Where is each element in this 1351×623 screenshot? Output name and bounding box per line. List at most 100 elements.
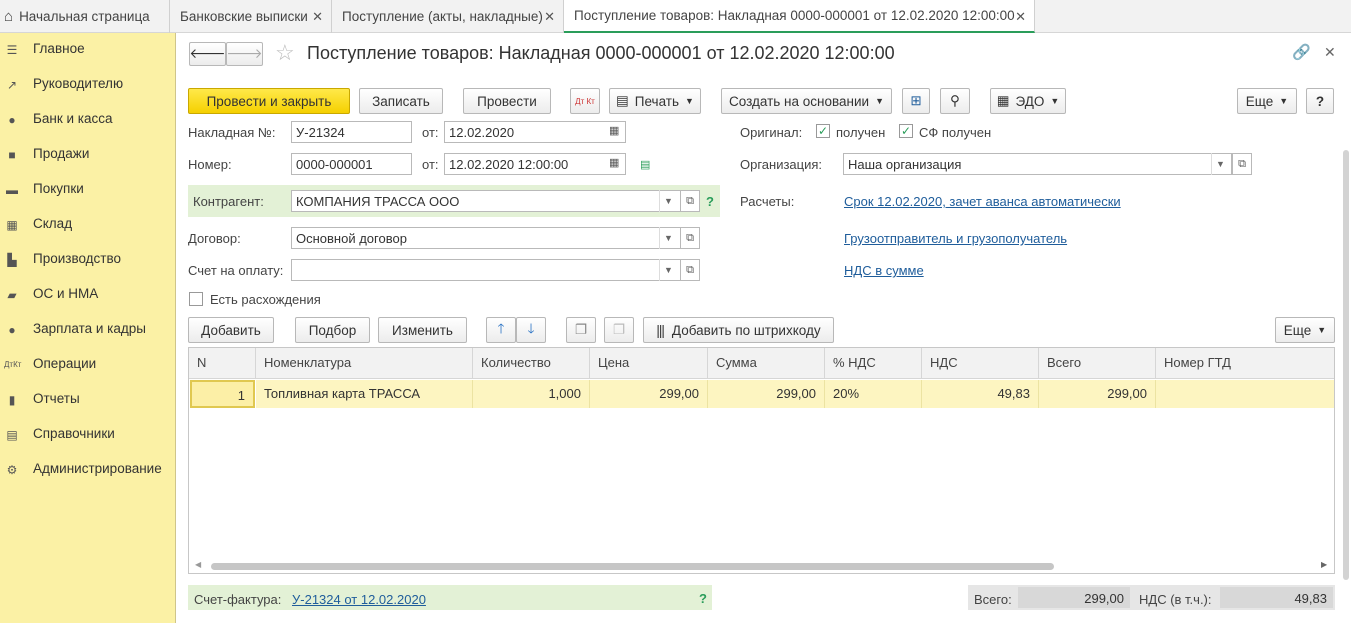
total-value-box: 299,00 [1018,587,1130,608]
coin-icon: ● [8,113,16,127]
sidebar-item-purchases[interactable]: ▬ Покупки [0,178,176,202]
sidebar-item-catalogs[interactable]: ▤ Справочники [0,423,176,447]
move-up-button[interactable]: 🡑 [486,317,516,343]
sidebar-item-production[interactable]: ▙ Производство [0,248,176,272]
truck-icon: ▰ [7,288,17,302]
table-cell[interactable]: 1 [190,380,255,408]
post-button[interactable]: Провести [463,88,551,114]
number-date-value: 12.02.2020 12:00:00 [449,156,569,172]
table-cell[interactable]: 299,00 [708,380,825,408]
column-header[interactable]: Цена [590,348,708,379]
more-button[interactable]: Еще ▼ [1237,88,1297,114]
help-icon[interactable]: ? [699,591,707,606]
open-icon[interactable]: ⧉ [680,190,700,212]
sidebar-item-bank[interactable]: ● Банк и касса [0,108,176,132]
open-icon[interactable]: ⧉ [680,227,700,249]
help-icon[interactable]: ? [706,194,714,209]
shipper-consignee-link[interactable]: Грузоотправитель и грузополучатель [844,231,1067,246]
column-header[interactable]: Сумма [708,348,825,379]
open-icon[interactable]: ⧉ [1232,153,1252,175]
print-button[interactable]: ▤ Печать ▼ [609,88,701,114]
back-button[interactable]: 🡐 [189,42,226,66]
column-header[interactable]: Номенклатура [256,348,473,379]
sidebar: ☰ Главное ↗ Руководителю ● Банк и касса ■ Пр… [0,33,176,623]
calendar-icon[interactable]: ▦ [609,156,619,169]
settlements-link[interactable]: Срок 12.02.2020, зачет аванса автоматиче… [844,194,1121,209]
sidebar-item-main[interactable]: ☰ Главное [0,38,176,62]
chevron-down-icon[interactable]: ▼ [659,259,677,281]
edo-button[interactable]: ▦ ЭДО ▼ [990,88,1066,114]
sidebar-item-reports[interactable]: ▮ Отчеты [0,388,176,412]
counterparty-field[interactable]: КОМПАНИЯ ТРАССА ООО [291,190,681,212]
discrepancy-checkbox[interactable] [189,292,203,306]
table-cell[interactable] [1156,380,1334,408]
select-button[interactable]: Подбор [295,317,370,343]
scroll-left-icon[interactable]: ◀ [195,560,201,569]
sidebar-item-sales[interactable]: ■ Продажи [0,143,176,167]
help-button[interactable]: ? [1306,88,1334,114]
payment-invoice-field[interactable] [291,259,681,281]
sidebar-item-salary[interactable]: ● Зарплата и кадры [0,318,176,342]
edit-note-icon[interactable]: ▤ [640,158,650,171]
edit-button[interactable]: Изменить [378,317,467,343]
column-header[interactable]: Количество [473,348,590,379]
invoice-factura-link[interactable]: У-21324 от 12.02.2020 [292,592,426,607]
create-based-button[interactable]: Создать на основании ▼ [721,88,892,114]
dt-kt-button[interactable]: Дт Кт [570,88,600,114]
table-cell[interactable]: 20% [825,380,922,408]
sidebar-item-manager[interactable]: ↗ Руководителю [0,73,176,97]
scroll-right-icon[interactable]: ▶ [1321,560,1327,569]
paste-button[interactable]: ❐ [604,317,634,343]
tab-receipts-list[interactable]: Поступление (акты, накладные) ✕ [332,0,564,33]
table-cell[interactable]: Топливная карта ТРАССА [256,380,473,408]
copy-button[interactable]: ❐ [566,317,596,343]
forward-button[interactable]: 🡒 [226,42,263,66]
column-header[interactable]: НДС [922,348,1039,379]
link-icon[interactable]: 🔗 [1292,43,1311,61]
sidebar-item-warehouse[interactable]: ▦ Склад [0,213,176,237]
calendar-icon[interactable]: ▦ [609,124,619,137]
save-button[interactable]: Записать [359,88,443,114]
horizontal-scrollbar[interactable] [211,563,1054,570]
vertical-scrollbar[interactable] [1343,150,1349,580]
table-cell[interactable]: 1,000 [473,380,590,408]
add-by-barcode-button[interactable]: ||| Добавить по штрихкоду [643,317,834,343]
structure-button[interactable]: ⊞ [902,88,930,114]
column-header[interactable]: Номер ГТД [1156,348,1334,379]
number-date-field[interactable]: 12.02.2020 12:00:00 [444,153,626,175]
table-cell[interactable]: 49,83 [922,380,1039,408]
close-icon[interactable]: ✕ [544,9,555,25]
invoice-date-field[interactable]: 12.02.2020 [444,121,626,143]
chevron-down-icon[interactable]: ▼ [659,190,677,212]
sidebar-item-operations[interactable]: ДтКт Операции [0,353,176,377]
close-form-icon[interactable]: ✕ [1324,44,1336,61]
sidebar-item-assets[interactable]: ▰ ОС и НМА [0,283,176,307]
add-row-button[interactable]: Добавить [188,317,274,343]
contract-field[interactable]: Основной договор [291,227,681,249]
tab-current-document[interactable]: Поступление товаров: Накладная 0000-0000… [564,0,1035,33]
column-header[interactable]: % НДС [825,348,922,379]
close-icon[interactable]: ✕ [312,9,323,25]
number-field[interactable]: 0000-000001 [291,153,412,175]
invoice-number-field[interactable]: У-21324 [291,121,412,143]
column-header[interactable]: N [189,348,256,379]
chevron-down-icon[interactable]: ▼ [1211,153,1229,175]
open-icon[interactable]: ⧉ [680,259,700,281]
move-down-button[interactable]: 🡓 [516,317,546,343]
table-cell[interactable]: 299,00 [590,380,708,408]
table-cell[interactable]: 299,00 [1039,380,1156,408]
sf-received-checkbox[interactable]: ✓ [899,124,913,138]
attach-button[interactable]: ⚲ [940,88,970,114]
organization-field[interactable]: Наша организация [843,153,1232,175]
vat-in-sum-link[interactable]: НДС в сумме [844,263,924,278]
sidebar-item-admin[interactable]: ⚙ Администрирование [0,458,176,482]
close-icon[interactable]: ✕ [1015,9,1026,25]
favorite-star-icon[interactable]: ☆ [275,40,295,66]
tab-home[interactable]: ⌂ Начальная страница [0,0,170,33]
table-more-button[interactable]: Еще ▼ [1275,317,1335,343]
chevron-down-icon[interactable]: ▼ [659,227,677,249]
column-header[interactable]: Всего [1039,348,1156,379]
post-and-close-button[interactable]: Провести и закрыть [188,88,350,114]
tab-bank-statements[interactable]: Банковские выписки ✕ [170,0,332,33]
received-checkbox[interactable]: ✓ [816,124,830,138]
